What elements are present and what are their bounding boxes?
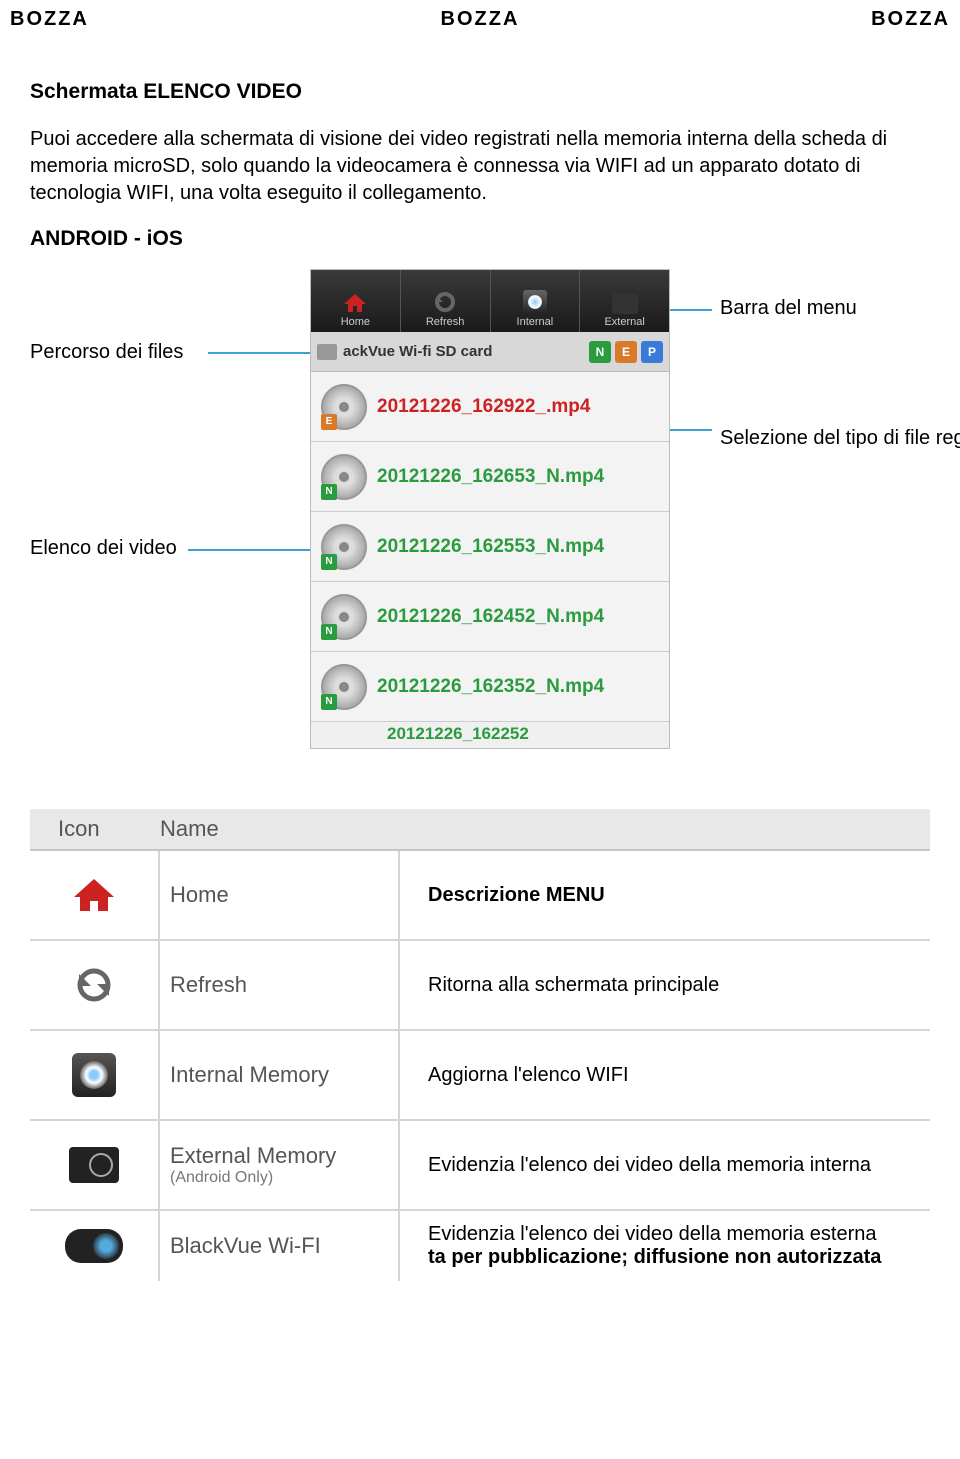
- refresh-icon: [433, 290, 457, 314]
- table-row: Internal Memory Aggiorna l'elenco WIFI: [30, 1031, 930, 1121]
- page-title: Schermata ELENCO VIDEO: [30, 80, 930, 104]
- row-name: BlackVue Wi-FI: [160, 1211, 400, 1281]
- disc-icon: [72, 1053, 116, 1097]
- table-row: Refresh Ritorna alla schermata principal…: [30, 941, 930, 1031]
- tab-external-label: External: [604, 316, 644, 328]
- row-desc: Evidenzia l'elenco dei video della memor…: [400, 1223, 930, 1269]
- list-item-partial: 20121226_162252: [311, 722, 669, 748]
- row-name: Refresh: [160, 941, 400, 1029]
- list-item[interactable]: N 20121226_162452_N.mp4: [311, 582, 669, 652]
- file-name: 20121226_162553_N.mp4: [377, 536, 604, 558]
- reel-icon: N: [321, 524, 367, 570]
- diagram-area: Barra del menu Percorso dei files Selezi…: [30, 269, 930, 789]
- reel-icon: N: [321, 664, 367, 710]
- home-icon: [342, 292, 368, 314]
- callout-line: [188, 549, 318, 551]
- row-name: Home: [160, 851, 400, 939]
- row-sub: (Android Only): [170, 1169, 398, 1187]
- disc-icon: [523, 290, 547, 314]
- tab-home[interactable]: Home: [311, 270, 401, 332]
- path-text: ackVue Wi-fi SD card: [343, 343, 585, 360]
- path-bar: ackVue Wi-fi SD card N E P: [311, 332, 669, 372]
- file-badge: N: [321, 554, 337, 570]
- list-item[interactable]: E 20121226_162922_.mp4: [311, 372, 669, 442]
- file-name: 20121226_162352_N.mp4: [377, 676, 604, 698]
- watermark-right: BOZZA: [871, 8, 950, 31]
- file-badge: E: [321, 414, 337, 430]
- tab-external[interactable]: External: [580, 270, 669, 332]
- list-item[interactable]: N 20121226_162553_N.mp4: [311, 512, 669, 582]
- tab-home-label: Home: [341, 316, 370, 328]
- sd-card-icon: [69, 1147, 119, 1183]
- folder-icon: [317, 344, 337, 360]
- callout-menu-bar: Barra del menu: [720, 297, 857, 320]
- callout-line: [208, 352, 312, 354]
- sd-card-icon: [612, 294, 638, 314]
- row-desc: Evidenzia l'elenco dei video della memor…: [400, 1154, 930, 1177]
- menu-description-table: Icon Name Home Descrizione MENU Refresh …: [30, 809, 930, 1281]
- menu-bar: Home Refresh Internal External: [311, 270, 669, 332]
- callout-file-type: Selezione del tipo di file registrati: [720, 427, 960, 450]
- reel-icon: N: [321, 594, 367, 640]
- callout-video-list: Elenco dei video: [30, 537, 177, 560]
- footer-warning: ta per pubblicazione; diffusione non aut…: [428, 1246, 930, 1269]
- table-row: BlackVue Wi-FI Evidenzia l'elenco dei vi…: [30, 1211, 930, 1281]
- file-name: 20121226_162252: [321, 724, 659, 744]
- filter-badge-e[interactable]: E: [615, 341, 637, 363]
- file-list: E 20121226_162922_.mp4 N 20121226_162653…: [311, 372, 669, 748]
- menu-desc-title: Descrizione MENU: [400, 884, 930, 907]
- tab-internal-label: Internal: [517, 316, 554, 328]
- file-badge: N: [321, 624, 337, 640]
- row-name: External Memory (Android Only): [160, 1121, 400, 1209]
- intro-paragraph: Puoi accedere alla schermata di visione …: [30, 126, 930, 207]
- file-name: 20121226_162452_N.mp4: [377, 606, 604, 628]
- list-item[interactable]: N 20121226_162653_N.mp4: [311, 442, 669, 512]
- refresh-icon: [73, 964, 115, 1006]
- filter-badge-n[interactable]: N: [589, 341, 611, 363]
- callout-file-path: Percorso dei files: [30, 341, 183, 364]
- table-header: Icon Name: [30, 809, 930, 851]
- table-row: Home Descrizione MENU: [30, 851, 930, 941]
- tab-refresh-label: Refresh: [426, 316, 465, 328]
- watermark-left: BOZZA: [10, 8, 89, 31]
- row-desc: Ritorna alla schermata principale: [400, 974, 930, 997]
- file-name: 20121226_162653_N.mp4: [377, 466, 604, 488]
- file-badge: N: [321, 694, 337, 710]
- table-row: External Memory (Android Only) Evidenzia…: [30, 1121, 930, 1211]
- row-desc: Aggiorna l'elenco WIFI: [400, 1064, 930, 1087]
- home-icon: [70, 875, 118, 915]
- platform-subhead: ANDROID - iOS: [30, 227, 930, 251]
- col-name: Name: [160, 816, 400, 842]
- phone-screenshot: Home Refresh Internal External ackVue Wi…: [310, 269, 670, 749]
- camera-icon: [65, 1229, 123, 1263]
- file-name: 20121226_162922_.mp4: [377, 396, 590, 418]
- row-name: Internal Memory: [160, 1031, 400, 1119]
- reel-icon: E: [321, 384, 367, 430]
- file-badge: N: [321, 484, 337, 500]
- filter-badge-p[interactable]: P: [641, 341, 663, 363]
- tab-internal[interactable]: Internal: [491, 270, 581, 332]
- tab-refresh[interactable]: Refresh: [401, 270, 491, 332]
- watermark-center: BOZZA: [441, 8, 520, 31]
- list-item[interactable]: N 20121226_162352_N.mp4: [311, 652, 669, 722]
- col-icon: Icon: [30, 816, 160, 842]
- reel-icon: N: [321, 454, 367, 500]
